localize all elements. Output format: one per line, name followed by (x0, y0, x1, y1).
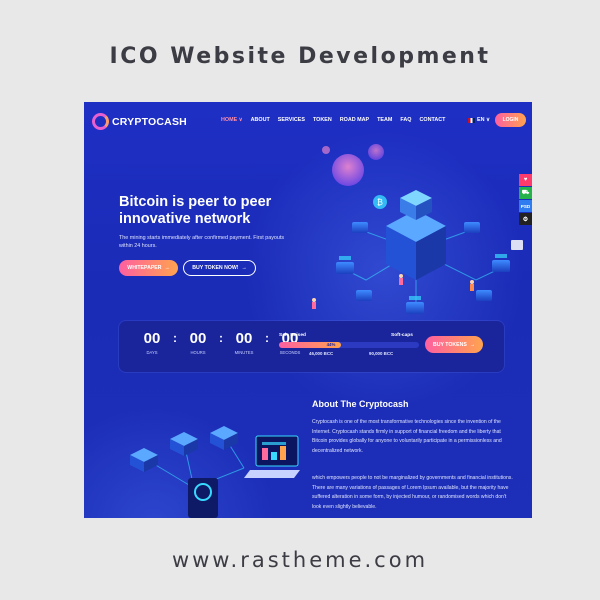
menu-item-home[interactable]: HOME ∨ (221, 117, 243, 123)
logo-text: CRYPTOCASH (112, 115, 187, 128)
website-screenshot: CRYPTOCASH HOME ∨ ABOUT SERVICES TOKEN R… (84, 102, 532, 518)
buy-token-label: BUY TOKEN NOW! (192, 265, 239, 271)
seconds-label: SECONDS (279, 350, 301, 355)
softcap-value: 90,000 BCC (369, 351, 394, 356)
top-nav: CRYPTOCASH HOME ∨ ABOUT SERVICES TOKEN R… (84, 111, 532, 133)
main-menu: HOME ∨ ABOUT SERVICES TOKEN ROAD MAP TEA… (221, 117, 445, 123)
language-label: EN ∨ (477, 117, 490, 123)
progress-bar (279, 342, 419, 348)
uk-flag-icon (468, 117, 475, 123)
hours-label: HOURS (190, 350, 206, 355)
arrow-right-icon: → (164, 265, 170, 271)
server-illustration (130, 426, 300, 518)
menu-item-team[interactable]: TEAM (377, 117, 392, 123)
about-paragraph-1: Cryptocash is one of the most transforma… (312, 419, 502, 454)
logo-icon (92, 113, 109, 130)
soft-caps-label: Soft-caps (391, 333, 413, 338)
footer-url[interactable]: www.rastheme.com (0, 548, 600, 572)
separator: : (265, 331, 269, 345)
about-paragraph-2: which empowers people to not be marginal… (312, 475, 513, 510)
minutes-value: 00 (235, 330, 253, 347)
menu-item-services[interactable]: SERVICES (278, 117, 305, 123)
svg-text:₿: ₿ (377, 198, 383, 207)
whitepaper-label: WHITEPAPER (127, 265, 162, 271)
separator: : (219, 331, 223, 345)
separator: : (173, 331, 177, 345)
progress-percent: 44% (326, 342, 336, 347)
logo[interactable]: CRYPTOCASH (92, 113, 187, 130)
arrow-right-icon: → (469, 341, 475, 348)
count-minutes: 00 MINUTES (231, 330, 257, 355)
count-days: 00 DAYS (139, 330, 165, 355)
menu-item-token[interactable]: TOKEN (313, 117, 332, 123)
days-label: DAYS (146, 350, 158, 355)
count-hours: 00 HOURS (185, 330, 211, 355)
blockchain-illustration: ₿ (312, 144, 523, 314)
days-value: 00 (143, 330, 161, 347)
menu-item-contact[interactable]: CONTACT (419, 117, 445, 123)
arrow-right-icon: → (241, 265, 247, 271)
buy-token-button[interactable]: BUY TOKEN NOW! → (183, 260, 256, 276)
raised-value: 46,000 BCC (309, 351, 334, 356)
menu-item-about[interactable]: ABOUT (251, 117, 270, 123)
menu-item-faq[interactable]: FAQ (400, 117, 411, 123)
hero-subtitle: The mining starts immediately after conf… (119, 235, 285, 249)
countdown-panel: 00 DAYS : 00 HOURS : 00 MINUTES : 00 SEC… (119, 321, 504, 372)
menu-item-roadmap[interactable]: ROAD MAP (340, 117, 369, 123)
buy-tokens-button[interactable]: BUY TOKENS → (425, 336, 483, 353)
about-title: About The Cryptocash (312, 399, 409, 409)
language-selector[interactable]: EN ∨ (468, 117, 490, 123)
page-heading: ICO Website Development (109, 44, 491, 69)
login-button[interactable]: LOGIN (495, 113, 526, 127)
hero-title: Bitcoin is peer to peer innovative netwo… (119, 194, 272, 227)
minutes-label: MINUTES (234, 350, 254, 355)
hours-value: 00 (189, 330, 207, 347)
whitepaper-button[interactable]: WHITEPAPER → (119, 260, 178, 276)
buy-tokens-label: BUY TOKENS (432, 341, 467, 348)
sale-raised-label: Sale Raised (279, 333, 306, 338)
